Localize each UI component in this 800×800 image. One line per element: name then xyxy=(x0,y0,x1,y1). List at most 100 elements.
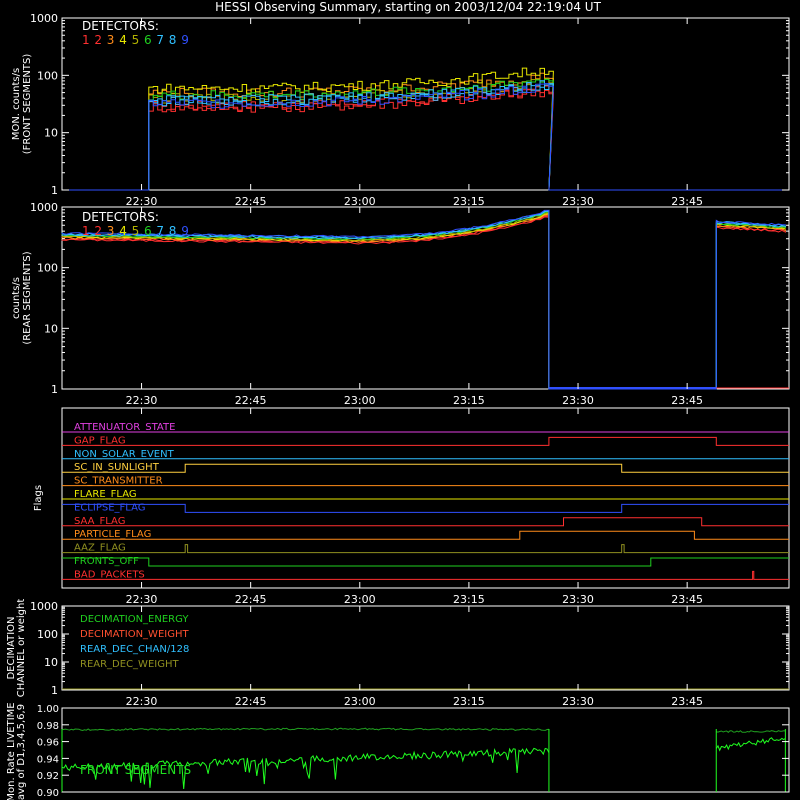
flag-label-sc-in-sunlight: SC_IN_SUNLIGHT xyxy=(74,462,160,473)
rear-series-1 xyxy=(61,216,786,390)
livetime-ytick-label: 0.98 xyxy=(37,721,59,732)
flag-label-sc-transmitter: SC_TRANSMITTER xyxy=(74,476,163,487)
rear-xtick-label: 23:30 xyxy=(562,394,594,407)
front-series-4 xyxy=(62,67,789,191)
flags-xtick-label: 23:30 xyxy=(562,593,594,606)
livetime-ytick-label: 1.00 xyxy=(37,704,59,715)
legend-detector-7: 7 xyxy=(156,224,164,238)
flags-ylabel: Flags xyxy=(33,485,44,511)
legend-detector-7: 7 xyxy=(156,33,164,47)
rear-xtick-label: 23:45 xyxy=(671,394,703,407)
decimation-legend-2: DECIMATION_WEIGHT xyxy=(80,629,189,640)
rear-xtick-label: 23:00 xyxy=(344,394,376,407)
rear-x-axis: 22:30 22:45 23:00 23:15 23:30 23:45 xyxy=(126,207,703,407)
rear-xtick-label: 23:15 xyxy=(453,394,485,407)
decimation-xtick-label: 23:00 xyxy=(344,695,376,708)
flag-label-attenuator-state: ATTENUATOR_STATE xyxy=(74,422,175,433)
flag-trace-fronts-off xyxy=(62,557,789,567)
flag-trace-gap-flag xyxy=(62,436,789,446)
rear-ytick-label: 1000 xyxy=(30,201,58,214)
legend-detector-5: 5 xyxy=(132,33,140,47)
front-xtick-label: 23:00 xyxy=(344,195,376,208)
legend-detector-9: 9 xyxy=(181,224,189,238)
rear-xtick-label: 22:45 xyxy=(235,394,267,407)
flag-label-gap-flag: GAP_FLAG xyxy=(74,435,126,446)
legend-detector-3: 3 xyxy=(107,33,115,47)
flags-traces: ATTENUATOR_STATE GAP_FLAG NON_SOLAR_EVENT S… xyxy=(62,422,789,580)
rear-ytick-label: 1 xyxy=(51,383,58,396)
flags-xtick-label: 23:00 xyxy=(344,593,376,606)
livetime-panel: 0.900.920.940.960.981.00 FRONT SEGMENTS … xyxy=(6,702,790,800)
front-ylabel-line1: MON. counts/s xyxy=(11,68,22,140)
flag-label-non-solar-event: NON_SOLAR_EVENT xyxy=(74,449,175,460)
flag-label-saa-flag: SAA_FLAG xyxy=(74,516,125,527)
livetime-ylabel-line2: avg of D1,3,4,5,6,9 xyxy=(16,704,27,800)
decimation-xtick-label: 22:45 xyxy=(235,695,267,708)
decimation-ytick-label: 1000 xyxy=(30,600,58,613)
flag-trace-saa-flag xyxy=(62,517,789,527)
flags-xtick-label: 22:45 xyxy=(235,593,267,606)
flag-label-flare-flag: FLARE_FLAG xyxy=(74,489,137,500)
front-panel: 1 10 100 1000 22:30 22:45 23:00 23:15 23:30 23:4… xyxy=(11,12,790,208)
decimation-xtick-label: 23:30 xyxy=(562,695,594,708)
decimation-ytick-label: 10 xyxy=(44,656,58,669)
legend-detector-4: 4 xyxy=(119,224,127,238)
decimation-xtick-label: 23:15 xyxy=(453,695,485,708)
decimation-x-axis: 22:30 22:45 23:00 23:15 23:30 23:45 xyxy=(126,606,703,708)
livetime-lower-trace-2 xyxy=(715,737,786,752)
front-xtick-label: 23:15 xyxy=(453,195,485,208)
rear-xtick-label: 22:30 xyxy=(126,394,158,407)
front-ytick-label: 10 xyxy=(44,127,58,140)
livetime-upper-trace-2 xyxy=(716,730,786,733)
front-series-8 xyxy=(62,80,789,191)
front-x-axis: 22:30 22:45 23:00 23:15 23:30 23:45 xyxy=(126,18,703,208)
decimation-xtick-label: 23:45 xyxy=(671,695,703,708)
flag-trace-aaz-flag xyxy=(62,544,789,554)
flags-panel: ATTENUATOR_STATE GAP_FLAG NON_SOLAR_EVENT S… xyxy=(33,407,790,606)
decimation-ytick-label: 1 xyxy=(51,684,58,697)
observing-summary-figure: HESSI Observing Summary, starting on 200… xyxy=(6,0,790,800)
rear-ytick-label: 100 xyxy=(37,262,58,275)
legend-detector-3: 3 xyxy=(107,224,115,238)
decimation-panel: 1 10 100 1000 22:30 22:45 23:00 23:15 23:30 23:4… xyxy=(6,599,790,708)
front-ytick-label: 100 xyxy=(37,69,58,82)
flags-xtick-label: 23:15 xyxy=(453,593,485,606)
rear-panel: 1 10 100 1000 22:30 22:45 23:00 23:15 23:30 23:4… xyxy=(11,201,790,407)
legend-detector-1: 1 xyxy=(82,33,90,47)
livetime-panel-frame xyxy=(61,707,790,793)
rear-ylabel-line1: counts/s xyxy=(11,277,22,319)
front-xtick-label: 23:45 xyxy=(671,195,703,208)
livetime-ytick-label: 0.96 xyxy=(37,738,59,749)
livetime-ytick-label: 0.90 xyxy=(37,788,59,799)
front-xtick-label: 22:30 xyxy=(126,195,158,208)
decimation-legend: DECIMATION_ENERGY DECIMATION_WEIGHT REAR_D… xyxy=(80,614,189,670)
front-legend: 123456789 xyxy=(82,33,189,47)
livetime-traces xyxy=(61,727,786,792)
flags-xtick-label: 23:45 xyxy=(671,593,703,606)
flag-label-aaz-flag: AAZ_FLAG xyxy=(74,543,126,554)
flag-trace-eclipse-flag xyxy=(62,503,789,513)
flags-panel-frame xyxy=(61,407,790,589)
legend-detector-6: 6 xyxy=(144,33,152,47)
decimation-legend-1: DECIMATION_ENERGY xyxy=(80,614,189,625)
rear-series-3 xyxy=(61,214,786,390)
livetime-annotation: FRONT SEGMENTS xyxy=(80,763,191,777)
rear-legend: 123456789 xyxy=(82,224,189,238)
legend-detector-1: 1 xyxy=(82,224,90,238)
decimation-legend-4: REAR_DEC_WEIGHT xyxy=(80,659,179,670)
legend-detector-6: 6 xyxy=(144,224,152,238)
front-legend-title: DETECTORS: xyxy=(82,19,159,33)
front-series-9 xyxy=(62,83,789,191)
flag-trace-particle-flag xyxy=(62,530,789,540)
front-ylabel-line2: (FRONT SEGMENTS) xyxy=(22,54,33,155)
flag-trace-bad-packets xyxy=(62,570,789,580)
decimation-ytick-label: 100 xyxy=(37,628,58,641)
legend-detector-9: 9 xyxy=(181,33,189,47)
front-traces xyxy=(62,67,789,191)
front-xtick-label: 22:45 xyxy=(235,195,267,208)
rear-ylabel-line2: (REAR SEGMENTS) xyxy=(22,251,33,344)
front-ytick-label: 1 xyxy=(51,184,58,197)
legend-detector-8: 8 xyxy=(169,33,177,47)
livetime-ytick-label: 0.94 xyxy=(37,754,59,765)
rear-series-2 xyxy=(61,215,786,390)
